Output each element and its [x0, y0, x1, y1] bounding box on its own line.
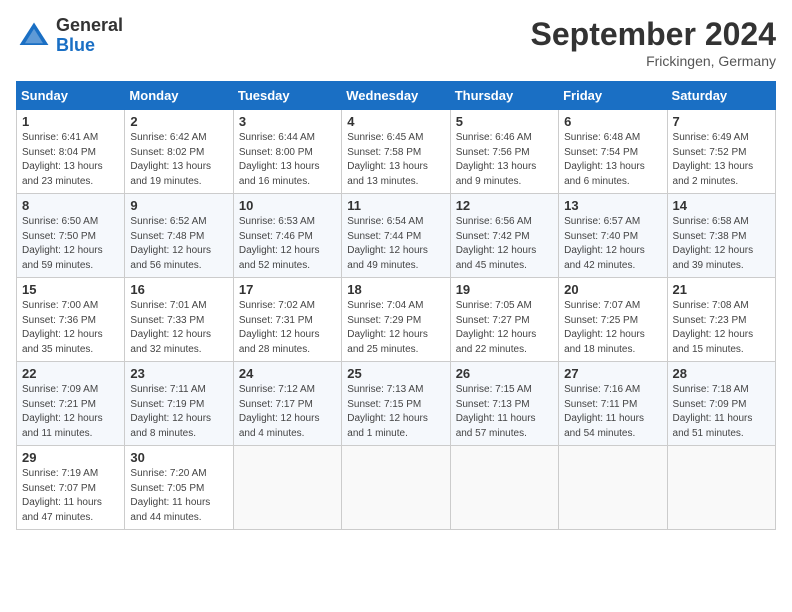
calendar-body: 1Sunrise: 6:41 AMSunset: 8:04 PMDaylight… — [17, 110, 776, 530]
col-sunday: Sunday — [17, 82, 125, 110]
calendar-cell-28: 28Sunrise: 7:18 AMSunset: 7:09 PMDayligh… — [667, 362, 775, 446]
calendar-cell-8: 8Sunrise: 6:50 AMSunset: 7:50 PMDaylight… — [17, 194, 125, 278]
logo-icon — [16, 18, 52, 54]
calendar-cell-15: 15Sunrise: 7:00 AMSunset: 7:36 PMDayligh… — [17, 278, 125, 362]
calendar-cell-4: 4Sunrise: 6:45 AMSunset: 7:58 PMDaylight… — [342, 110, 450, 194]
calendar-cell-10: 10Sunrise: 6:53 AMSunset: 7:46 PMDayligh… — [233, 194, 341, 278]
calendar-cell-23: 23Sunrise: 7:11 AMSunset: 7:19 PMDayligh… — [125, 362, 233, 446]
calendar-cell-1: 1Sunrise: 6:41 AMSunset: 8:04 PMDaylight… — [17, 110, 125, 194]
calendar-cell-empty — [233, 446, 341, 530]
title-block: September 2024 Frickingen, Germany — [531, 16, 776, 69]
calendar-cell-7: 7Sunrise: 6:49 AMSunset: 7:52 PMDaylight… — [667, 110, 775, 194]
calendar-cell-17: 17Sunrise: 7:02 AMSunset: 7:31 PMDayligh… — [233, 278, 341, 362]
calendar-cell-25: 25Sunrise: 7:13 AMSunset: 7:15 PMDayligh… — [342, 362, 450, 446]
calendar-cell-11: 11Sunrise: 6:54 AMSunset: 7:44 PMDayligh… — [342, 194, 450, 278]
calendar-cell-empty — [559, 446, 667, 530]
logo-general: General — [56, 15, 123, 35]
col-wednesday: Wednesday — [342, 82, 450, 110]
logo-blue: Blue — [56, 35, 95, 55]
calendar-cell-3: 3Sunrise: 6:44 AMSunset: 8:00 PMDaylight… — [233, 110, 341, 194]
calendar-cell-empty — [342, 446, 450, 530]
logo-text: General Blue — [56, 16, 123, 56]
col-tuesday: Tuesday — [233, 82, 341, 110]
calendar-table: Sunday Monday Tuesday Wednesday Thursday… — [16, 81, 776, 530]
calendar-cell-14: 14Sunrise: 6:58 AMSunset: 7:38 PMDayligh… — [667, 194, 775, 278]
location: Frickingen, Germany — [531, 53, 776, 69]
calendar-cell-29: 29Sunrise: 7:19 AMSunset: 7:07 PMDayligh… — [17, 446, 125, 530]
calendar-cell-empty — [667, 446, 775, 530]
calendar-cell-22: 22Sunrise: 7:09 AMSunset: 7:21 PMDayligh… — [17, 362, 125, 446]
col-thursday: Thursday — [450, 82, 558, 110]
calendar-cell-21: 21Sunrise: 7:08 AMSunset: 7:23 PMDayligh… — [667, 278, 775, 362]
calendar-cell-16: 16Sunrise: 7:01 AMSunset: 7:33 PMDayligh… — [125, 278, 233, 362]
logo: General Blue — [16, 16, 123, 56]
calendar-cell-empty — [450, 446, 558, 530]
calendar-cell-24: 24Sunrise: 7:12 AMSunset: 7:17 PMDayligh… — [233, 362, 341, 446]
col-saturday: Saturday — [667, 82, 775, 110]
calendar-cell-6: 6Sunrise: 6:48 AMSunset: 7:54 PMDaylight… — [559, 110, 667, 194]
calendar-cell-18: 18Sunrise: 7:04 AMSunset: 7:29 PMDayligh… — [342, 278, 450, 362]
calendar-cell-26: 26Sunrise: 7:15 AMSunset: 7:13 PMDayligh… — [450, 362, 558, 446]
calendar-cell-9: 9Sunrise: 6:52 AMSunset: 7:48 PMDaylight… — [125, 194, 233, 278]
col-monday: Monday — [125, 82, 233, 110]
col-friday: Friday — [559, 82, 667, 110]
calendar-cell-5: 5Sunrise: 6:46 AMSunset: 7:56 PMDaylight… — [450, 110, 558, 194]
calendar-cell-12: 12Sunrise: 6:56 AMSunset: 7:42 PMDayligh… — [450, 194, 558, 278]
month-title: September 2024 — [531, 16, 776, 53]
page-header: General Blue September 2024 Frickingen, … — [16, 16, 776, 69]
calendar-header: Sunday Monday Tuesday Wednesday Thursday… — [17, 82, 776, 110]
calendar-cell-2: 2Sunrise: 6:42 AMSunset: 8:02 PMDaylight… — [125, 110, 233, 194]
calendar-cell-19: 19Sunrise: 7:05 AMSunset: 7:27 PMDayligh… — [450, 278, 558, 362]
calendar-cell-27: 27Sunrise: 7:16 AMSunset: 7:11 PMDayligh… — [559, 362, 667, 446]
calendar-cell-13: 13Sunrise: 6:57 AMSunset: 7:40 PMDayligh… — [559, 194, 667, 278]
calendar-cell-20: 20Sunrise: 7:07 AMSunset: 7:25 PMDayligh… — [559, 278, 667, 362]
calendar-cell-30: 30Sunrise: 7:20 AMSunset: 7:05 PMDayligh… — [125, 446, 233, 530]
